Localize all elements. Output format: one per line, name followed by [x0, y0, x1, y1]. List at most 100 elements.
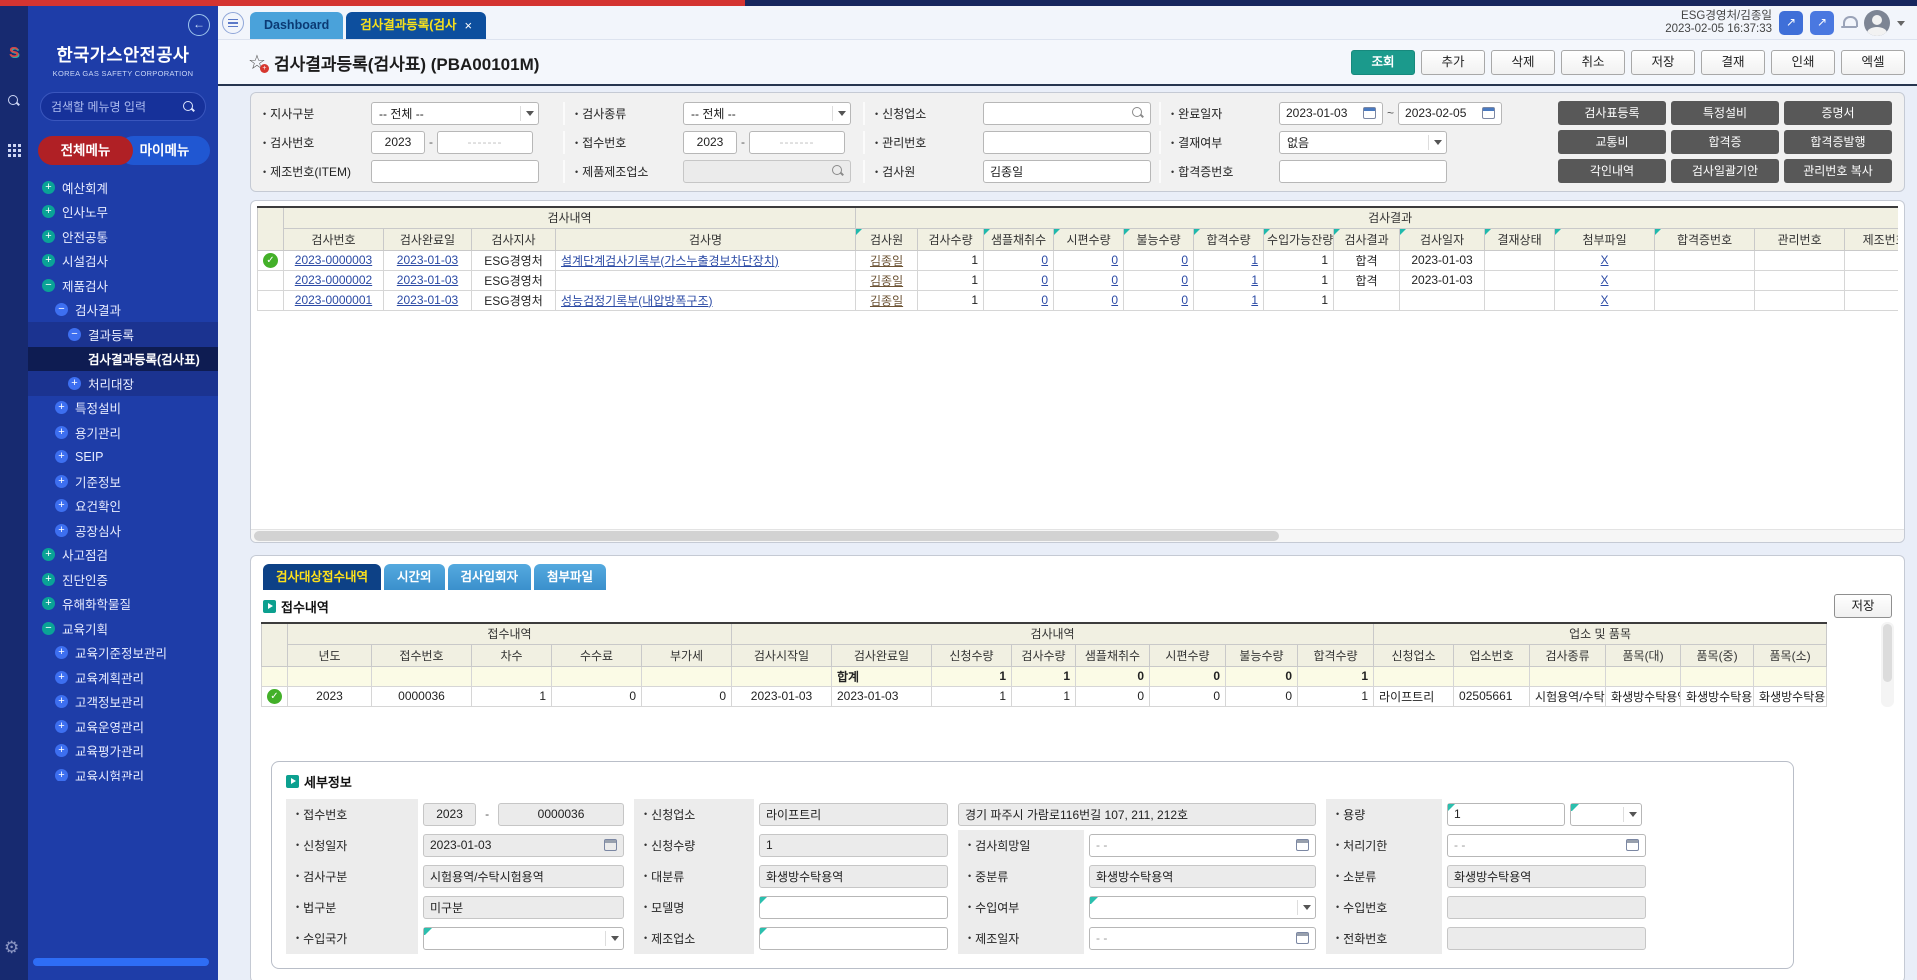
- 인쇄-button[interactable]: 인쇄: [1771, 50, 1835, 75]
- manufacturer-input[interactable]: [759, 927, 948, 950]
- column-header-order[interactable]: 차수: [472, 644, 552, 666]
- column-header-mgmtno[interactable]: 관리번호: [1755, 228, 1845, 250]
- column-header-vat[interactable]: 부가세: [642, 644, 732, 666]
- sidebar-item-용기관리[interactable]: +용기관리: [28, 420, 218, 445]
- no-link[interactable]: 2023-0000001: [295, 293, 372, 307]
- settings-gear-icon[interactable]: ⚙: [4, 938, 19, 958]
- sidebar-item-SEIP[interactable]: +SEIP: [28, 445, 218, 470]
- inspection-no-seq-input[interactable]: -------: [437, 131, 533, 154]
- import-yn-select[interactable]: [1089, 896, 1316, 919]
- tab-close-icon[interactable]: ×: [464, 12, 472, 39]
- rail-search-icon[interactable]: [8, 95, 20, 110]
- column-header-done[interactable]: 검사완료일: [832, 644, 932, 666]
- sidebar-item-교육시험관리[interactable]: +교육시험관리: [28, 763, 218, 781]
- column-header-sample[interactable]: 샘플채취수: [984, 228, 1054, 250]
- cert-no-input[interactable]: [1279, 160, 1447, 183]
- fail-link[interactable]: 0: [1181, 293, 1188, 307]
- receipt-no-seq-input[interactable]: -------: [749, 131, 845, 154]
- 합격증발행-button[interactable]: 합격증발행: [1784, 130, 1892, 154]
- favorite-star-icon[interactable]: ☆+: [248, 50, 266, 75]
- sidebar-item-교육기획[interactable]: −교육기획: [28, 616, 218, 641]
- approval-status-select[interactable]: 없음: [1279, 131, 1447, 154]
- sidebar-item-교육평가관리[interactable]: +교육평가관리: [28, 739, 218, 764]
- 추가-button[interactable]: 추가: [1421, 50, 1485, 75]
- menu-search-input[interactable]: 검색할 메뉴명 입력: [40, 92, 206, 121]
- calendar-icon[interactable]: [1296, 839, 1309, 851]
- search-icon[interactable]: [832, 165, 844, 177]
- attach-link[interactable]: X: [1601, 273, 1609, 287]
- column-header-shopno[interactable]: 업소번호: [1454, 644, 1530, 666]
- column-header-fee[interactable]: 수수료: [552, 644, 642, 666]
- name-link[interactable]: 성능검정기록부(내압방폭구조): [561, 294, 713, 308]
- minus-icon[interactable]: −: [68, 328, 81, 341]
- plus-icon[interactable]: +: [55, 401, 68, 414]
- 증명서-button[interactable]: 증명서: [1784, 101, 1892, 125]
- calendar-icon[interactable]: [1626, 839, 1639, 851]
- column-header-done[interactable]: 검사완료일: [384, 228, 472, 250]
- column-header-shop[interactable]: 신청업소: [1374, 644, 1454, 666]
- sidebar-item-인사노무[interactable]: +인사노무: [28, 200, 218, 225]
- deadline-date[interactable]: - -: [1447, 834, 1646, 857]
- search-icon[interactable]: [1132, 107, 1144, 119]
- attach-link[interactable]: X: [1601, 293, 1609, 307]
- sidebar-item-공장심사[interactable]: +공장심사: [28, 518, 218, 543]
- table-row[interactable]: 2023-00000022023-01-03ESG경영처김종일100011합격2…: [258, 270, 1899, 290]
- plus-icon[interactable]: +: [42, 181, 55, 194]
- sample-link[interactable]: 0: [1041, 273, 1048, 287]
- sidebar-item-요건확인[interactable]: +요건확인: [28, 494, 218, 519]
- plus-icon[interactable]: +: [55, 499, 68, 512]
- hamburger-menu-icon[interactable]: [222, 12, 244, 34]
- table-row[interactable]: ✓2023-00000032023-01-03ESG경영처설계단계검사기록부(가…: [258, 250, 1899, 270]
- scrollbar-thumb[interactable]: [254, 531, 1279, 541]
- model-name-input[interactable]: [759, 896, 948, 919]
- pass-link[interactable]: 1: [1251, 293, 1258, 307]
- 교통비-button[interactable]: 교통비: [1558, 130, 1666, 154]
- capacity-unit-select[interactable]: [1570, 803, 1642, 826]
- plus-icon[interactable]: +: [55, 671, 68, 684]
- receipt-save-button[interactable]: 저장: [1834, 594, 1892, 618]
- sidebar-item-사고점검[interactable]: +사고점검: [28, 543, 218, 568]
- column-header-qty[interactable]: 검사수량: [918, 228, 984, 250]
- 검사표등록-button[interactable]: 검사표등록: [1558, 101, 1666, 125]
- column-header-item_l[interactable]: 품목(대): [1606, 644, 1681, 666]
- minus-icon[interactable]: −: [42, 279, 55, 292]
- column-header-date[interactable]: 검사일자: [1400, 228, 1485, 250]
- 조회-button[interactable]: 조회: [1351, 50, 1415, 75]
- column-header-attach[interactable]: 첨부파일: [1555, 228, 1655, 250]
- 합격증-button[interactable]: 합격증: [1671, 130, 1779, 154]
- inspection-type-select[interactable]: -- 전체 --: [683, 102, 851, 125]
- 결재-button[interactable]: 결재: [1701, 50, 1765, 75]
- plus-icon[interactable]: +: [55, 720, 68, 733]
- specimen-link[interactable]: 0: [1111, 273, 1118, 287]
- plus-icon[interactable]: +: [55, 475, 68, 488]
- window-tab-검사결과등록(검사[interactable]: 검사결과등록(검사×: [346, 12, 486, 39]
- 특정설비-button[interactable]: 특정설비: [1671, 101, 1779, 125]
- sidebar-item-교육계획관리[interactable]: +교육계획관리: [28, 665, 218, 690]
- column-header-fail[interactable]: 불능수량: [1124, 228, 1194, 250]
- window-tab-Dashboard[interactable]: Dashboard: [250, 12, 343, 39]
- column-header-pass[interactable]: 합격수량: [1194, 228, 1264, 250]
- column-header-qty[interactable]: 검사수량: [1012, 644, 1076, 666]
- column-header-start[interactable]: 검사시작일: [732, 644, 832, 666]
- inspector-link[interactable]: 김종일: [870, 274, 903, 288]
- sidebar-item-안전공통[interactable]: +안전공통: [28, 224, 218, 249]
- plus-icon[interactable]: +: [55, 426, 68, 439]
- plus-icon[interactable]: +: [42, 205, 55, 218]
- inspection-no-year-input[interactable]: 2023: [371, 131, 425, 154]
- table-row[interactable]: 2023-00000012023-01-03ESG경영처성능검정기록부(내압방폭…: [258, 290, 1899, 310]
- inspector-input[interactable]: 김종일: [983, 160, 1151, 183]
- pass-link[interactable]: 1: [1251, 253, 1258, 267]
- user-chevron-down-icon[interactable]: [1897, 21, 1905, 26]
- avatar[interactable]: [1864, 10, 1890, 36]
- column-header-remain[interactable]: 수입가능잔량: [1264, 228, 1334, 250]
- column-header-result[interactable]: 검사결과: [1334, 228, 1400, 250]
- scrollbar-thumb[interactable]: [1883, 624, 1892, 682]
- no-link[interactable]: 2023-0000003: [295, 253, 372, 267]
- plus-icon[interactable]: +: [55, 524, 68, 537]
- open-window-icon[interactable]: ↗: [1779, 11, 1803, 35]
- tab-검사대상접수내역[interactable]: 검사대상접수내역: [263, 564, 381, 590]
- column-header-specimen[interactable]: 시편수량: [1054, 228, 1124, 250]
- capacity-input[interactable]: 1: [1447, 803, 1565, 826]
- column-header-fail[interactable]: 불능수량: [1226, 644, 1298, 666]
- import-country-select[interactable]: [423, 927, 624, 950]
